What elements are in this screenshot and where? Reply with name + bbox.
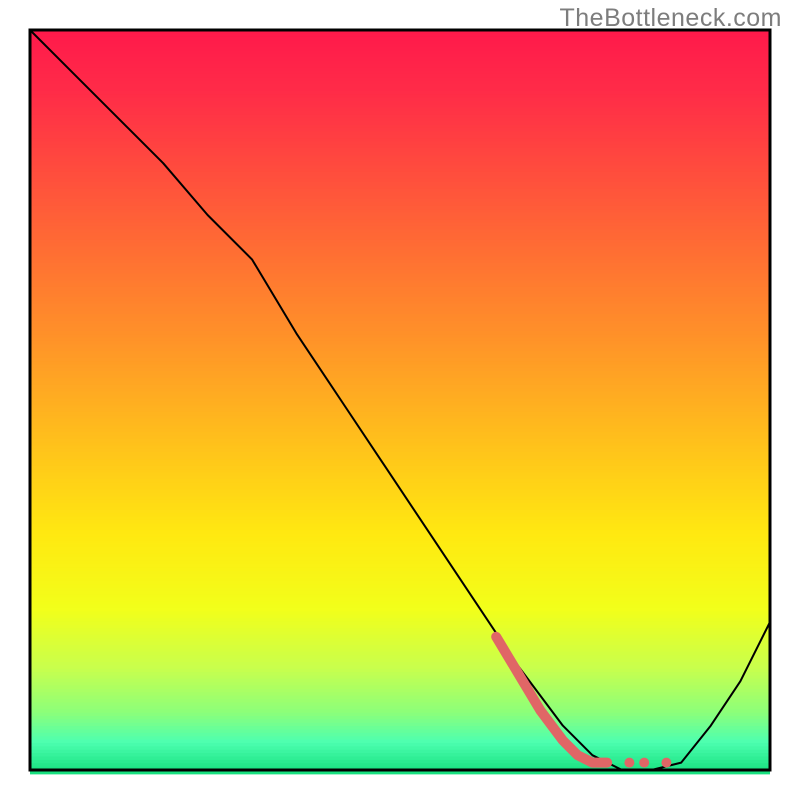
highlight-dot [639, 758, 649, 768]
chart-svg [0, 0, 800, 800]
highlight-dot [661, 758, 671, 768]
attribution-text: TheBottleneck.com [560, 4, 783, 33]
highlight-dot [624, 758, 634, 768]
chart-container: TheBottleneck.com [0, 0, 800, 800]
